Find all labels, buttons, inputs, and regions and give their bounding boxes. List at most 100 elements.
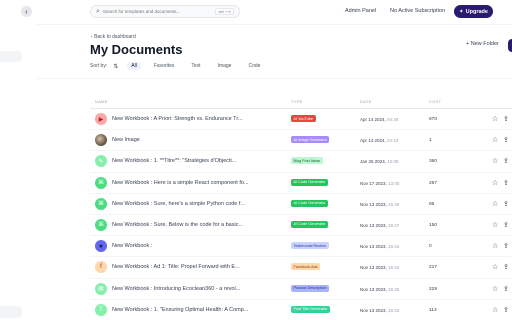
type-badge: AI Code Generator <box>291 220 328 228</box>
table-row[interactable]: f New Workbook : Ad 1: Title: Propel Forw… <box>90 257 512 279</box>
document-name[interactable]: New Workbook : Here is a simple React co… <box>112 180 249 186</box>
share-icon[interactable]: ⇪ <box>503 136 509 144</box>
type-badge: Blog Post Ideas <box>291 157 323 165</box>
date-value: Nov 13 2023, <box>360 265 387 271</box>
search-bar[interactable]: ⌕ ctrl + K <box>90 5 240 18</box>
document-name[interactable]: New Workbook : 1. **Titre**: "Stratégies… <box>112 158 236 164</box>
sidebar-item[interactable] <box>0 51 22 62</box>
document-date: Apr 14 2024, 04:43 <box>360 138 398 143</box>
upgrade-label: Upgrade <box>465 8 488 15</box>
document-name[interactable]: New Workbook : Ad 1: Title: Propel Forwa… <box>112 264 240 270</box>
filter-favorites[interactable]: Favorites <box>150 62 179 70</box>
upgrade-button[interactable]: ✦ Upgrade <box>454 5 493 18</box>
date-value: Nov 13 2023, <box>360 244 387 250</box>
document-name[interactable]: New Image <box>112 137 140 143</box>
filter-code[interactable]: Code <box>244 62 264 70</box>
favorite-star-icon[interactable]: ☆ <box>492 136 498 144</box>
new-folder-button[interactable]: + New Folder <box>466 41 499 47</box>
date-value: Nov 13 2023, <box>360 286 387 292</box>
type-badge: Testimonial Review <box>291 242 329 250</box>
document-date: Nov 13 2023, 16:42 <box>360 265 399 270</box>
table-row[interactable]: T New Workbook : 1. "Ensuring Optimal Hea… <box>90 300 512 320</box>
document-date: Apr 14 2024, 04:48 <box>360 117 398 122</box>
subscription-status-link[interactable]: No Active Subscription <box>390 8 445 14</box>
document-cost: 217 <box>429 265 438 271</box>
time-value: 16:42 <box>388 265 400 271</box>
favorite-star-icon[interactable]: ☆ <box>492 157 498 165</box>
type-badge: Product Description <box>291 284 330 292</box>
document-date: Jan 25 2024, 10:08 <box>360 159 399 164</box>
document-date: Nov 13 2023, 16:44 <box>360 244 399 249</box>
time-value: 04:43 <box>387 138 399 144</box>
share-icon[interactable]: ⇪ <box>503 285 509 293</box>
type-badge: AI Code Generator <box>291 199 328 207</box>
table-row[interactable]: ⌘ New Workbook : Sure, Below is the code … <box>90 215 512 237</box>
column-date-header: DATE <box>360 99 372 104</box>
table-row[interactable]: ★ New Workbook : Testimonial Review Nov 13 … <box>90 236 512 258</box>
top-bar: ⌕ ctrl + K Admin Panel No Active Subscri… <box>36 0 512 24</box>
filter-all[interactable]: All <box>127 62 141 70</box>
document-name[interactable]: New Workbook : Introducing Ecoclean360 -… <box>112 286 240 292</box>
time-value: 16:49 <box>388 201 400 207</box>
divider <box>36 78 512 79</box>
share-icon[interactable]: ⇪ <box>503 306 509 314</box>
favorite-star-icon[interactable]: ☆ <box>492 306 498 314</box>
date-value: Nov 13 2023, <box>360 201 387 207</box>
share-icon[interactable]: ⇪ <box>503 157 509 165</box>
shortcut-hint: ctrl + K <box>215 8 234 15</box>
type-badge: Facebook Ads <box>291 263 321 271</box>
document-name[interactable]: New Workbook : <box>112 243 152 249</box>
document-name[interactable]: New Workbook : Sure, Below is the code f… <box>112 222 243 228</box>
share-icon[interactable]: ⇪ <box>503 221 509 229</box>
share-icon[interactable]: ⇪ <box>503 179 509 187</box>
back-label: Back to dashboard <box>94 34 136 40</box>
table-row[interactable]: ⌘ New Workbook : Here is a simple React c… <box>90 173 512 194</box>
share-icon[interactable]: ⇪ <box>503 200 509 208</box>
sidebar-collapse-button[interactable]: ‹ <box>21 6 32 17</box>
code-icon: ⌘ <box>95 218 107 231</box>
filter-text[interactable]: Text <box>187 62 204 70</box>
favorite-star-icon[interactable]: ☆ <box>492 115 498 123</box>
sidebar-item[interactable] <box>0 306 22 318</box>
table-row[interactable]: ▶ New Workbook : A Priori: Strength vs. E… <box>90 109 512 131</box>
star-icon: ★ <box>95 240 107 253</box>
document-date: Nov 13 2023, 16:47 <box>360 223 399 228</box>
document-date: Nov 13 2023, 16:49 <box>360 202 399 207</box>
share-icon[interactable]: ⇪ <box>503 242 509 250</box>
page-title: My Documents <box>90 42 183 57</box>
new-document-button[interactable] <box>508 39 512 52</box>
back-to-dashboard-link[interactable]: ‹ Back to dashboard <box>91 34 136 40</box>
table-row[interactable]: New Image AI Image Generator Apr 14 2024, … <box>90 130 512 152</box>
share-icon[interactable]: ⇪ <box>503 263 509 271</box>
table-row[interactable]: ⌘ New Workbook : Sure, here's a simple Py… <box>90 194 512 215</box>
table-row[interactable]: ✎ New Workbook : 1. **Titre**: "Stratégie… <box>90 151 512 173</box>
favorite-star-icon[interactable]: ☆ <box>492 263 498 271</box>
sort-by-label: Sort by: <box>90 63 108 69</box>
app-root: ‹ ⌕ ctrl + K Admin Panel No Active Subsc… <box>0 0 512 320</box>
share-icon[interactable]: ⇪ <box>503 115 509 123</box>
favorite-star-icon[interactable]: ☆ <box>492 221 498 229</box>
favorite-star-icon[interactable]: ☆ <box>492 200 498 208</box>
type-badge: AI Code Generator <box>291 178 328 186</box>
favorite-star-icon[interactable]: ☆ <box>492 179 498 187</box>
table-row[interactable]: ▤ New Workbook : Introducing Ecoclean360 … <box>90 279 512 300</box>
type-badge: Post Title Generator <box>291 305 330 313</box>
document-icon: ▤ <box>95 282 107 295</box>
time-value: 16:33 <box>388 307 400 313</box>
time-value: 10:08 <box>387 159 399 165</box>
admin-panel-link[interactable]: Admin Panel <box>345 8 376 14</box>
document-name[interactable]: New Workbook : Sure, here's a simple Pyt… <box>112 201 245 207</box>
document-name[interactable]: New Workbook : 1. "Ensuring Optimal Heal… <box>112 307 248 313</box>
favorite-star-icon[interactable]: ☆ <box>492 242 498 250</box>
date-value: Nov 13 2023, <box>360 307 387 313</box>
sort-icon[interactable]: ⇅ <box>113 63 118 70</box>
document-cost: 267 <box>429 180 438 186</box>
new-folder-label: New Folder <box>470 41 499 47</box>
time-value: 16:47 <box>388 222 400 228</box>
document-cost: 1 <box>429 138 432 144</box>
search-input[interactable] <box>102 9 213 14</box>
document-name[interactable]: New Workbook : A Priori: Strength vs. En… <box>112 116 242 122</box>
filter-image[interactable]: Image <box>214 62 236 70</box>
favorite-star-icon[interactable]: ☆ <box>492 285 498 293</box>
column-type-header: TYPE <box>291 99 303 104</box>
